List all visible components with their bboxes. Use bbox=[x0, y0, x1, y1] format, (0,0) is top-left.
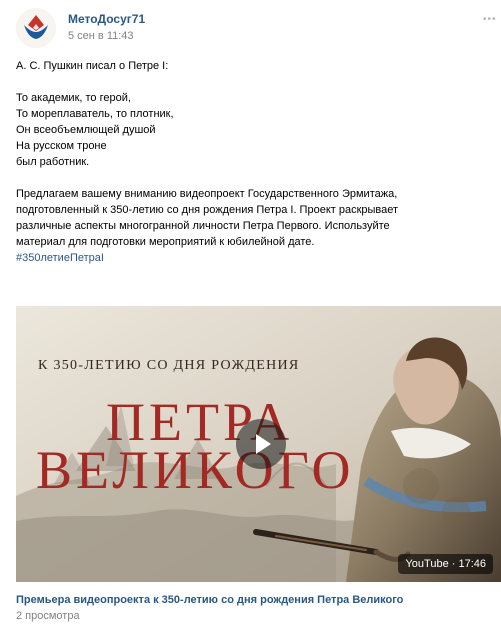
video-overlay-title-line2: ВЕЛИКОГО bbox=[36, 440, 355, 500]
video-views: 2 просмотра bbox=[16, 610, 80, 622]
more-dots-icon[interactable]: ••• bbox=[483, 15, 497, 25]
video-duration-badge: YouTube · 17:46 bbox=[398, 554, 493, 574]
author-name[interactable]: МетоДосуг71 bbox=[68, 12, 145, 26]
lotus-logo-icon bbox=[16, 8, 56, 48]
play-button[interactable] bbox=[236, 419, 286, 469]
post-header: МетоДосуг71 5 сен в 11:43 ••• bbox=[16, 8, 501, 52]
description-line: материал для подготовки мероприятий к юб… bbox=[16, 236, 315, 248]
vk-post: МетоДосуг71 5 сен в 11:43 ••• А. С. Пушк… bbox=[0, 0, 501, 628]
post-date[interactable]: 5 сен в 11:43 bbox=[68, 30, 134, 43]
poem-line: На русском троне bbox=[16, 140, 107, 152]
description-line: Предлагаем вашему вниманию видеопроект Г… bbox=[16, 188, 398, 200]
intro-line: А. С. Пушкин писал о Петре I: bbox=[16, 60, 169, 72]
poem-line: был работник. bbox=[16, 156, 90, 168]
description-line: различные аспекты многогранной личности … bbox=[16, 220, 390, 232]
post-text: А. С. Пушкин писал о Петре I: То академи… bbox=[16, 58, 486, 266]
description-line: подготовленный к 350-летию со дня рожден… bbox=[16, 204, 399, 216]
play-icon bbox=[256, 434, 271, 454]
avatar[interactable] bbox=[16, 8, 56, 48]
hashtag-link[interactable]: #350летиеПетраI bbox=[16, 250, 486, 266]
video-overlay-subtitle: К 350-ЛЕТИЮ СО ДНЯ РОЖДЕНИЯ bbox=[38, 358, 300, 373]
poem-line: То академик, то герой, bbox=[16, 92, 131, 104]
video-caption-link[interactable]: Премьера видеопроекта к 350-летию со дня… bbox=[16, 593, 486, 607]
poem-line: Он всеобъемлющей душой bbox=[16, 124, 156, 136]
video-preview[interactable]: К 350-ЛЕТИЮ СО ДНЯ РОЖДЕНИЯ ПЕТРА ВЕЛИКО… bbox=[16, 306, 501, 582]
poem-line: То мореплаватель, то плотник, bbox=[16, 108, 174, 120]
